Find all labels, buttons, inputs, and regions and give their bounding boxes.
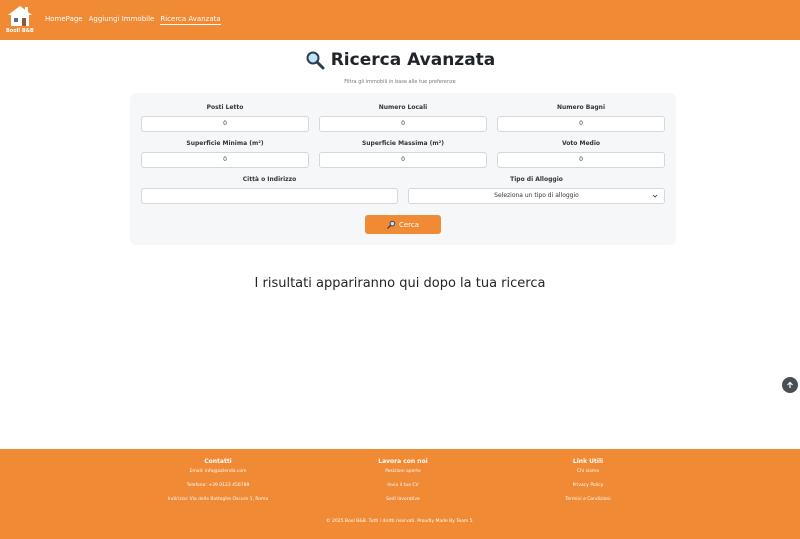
footer-lavora: Lavora con noi Posizioni aperte Invia il… (303, 458, 503, 511)
page-header: Ricerca Avanzata Filtra gli immobili in … (0, 50, 800, 85)
search-button-label: Cerca (398, 220, 420, 229)
arrow-up-icon (787, 381, 793, 388)
posti-letto-input[interactable]: 0 (141, 116, 309, 132)
results-placeholder: I risultati appariranno qui dopo la tua … (254, 276, 546, 291)
tipo-alloggio-select[interactable]: Seleziona un tipo di alloggio (408, 188, 665, 204)
search-button[interactable]: Cerca (365, 215, 441, 234)
citta-label: Città o Indirizzo (242, 176, 297, 183)
footer-heading-contatti: Contatti (204, 458, 232, 465)
footer-contatti: Contatti Email: info@azienda.com Telefon… (118, 458, 318, 511)
footer-heading-link: Link Utili (572, 458, 604, 465)
chevron-down-icon (652, 194, 658, 198)
footer-link-termini[interactable]: Termini e Condizioni (488, 497, 688, 502)
numero-locali-input[interactable]: 0 (319, 116, 487, 132)
posti-letto-label: Posti Letto (206, 104, 244, 111)
logo[interactable]: Booll B&B (5, 3, 39, 37)
voto-medio-label: Voto Medio (561, 140, 601, 147)
footer-link-cv[interactable]: Invia il tuo CV (303, 483, 503, 488)
footer-indirizzo: Indirizzo: Via delle Botteghe Oscure 1, … (167, 497, 269, 502)
footer-link-privacy[interactable]: Privacy Policy (488, 483, 688, 488)
page-title-text: Ricerca Avanzata (330, 50, 496, 70)
footer-heading-lavora: Lavora con noi (378, 458, 428, 465)
numero-bagni-input[interactable]: 0 (497, 116, 665, 132)
navbar: Booll B&B HomePage Aggiungi Immobile Ric… (0, 0, 800, 40)
voto-medio-input[interactable]: 0 (497, 152, 665, 168)
page-subtitle: Filtra gli immobili in base alle tue pre… (344, 79, 456, 85)
nav-link-aggiungi-immobile[interactable]: Aggiungi Immobile (89, 15, 155, 25)
superficie-massima-input[interactable]: 0 (319, 152, 487, 168)
search-form: Posti Letto 0 Numero Locali 0 Numero Bag… (130, 93, 676, 245)
magnifier-icon (387, 220, 396, 229)
numero-locali-label: Numero Locali (378, 104, 428, 111)
citta-input[interactable] (141, 188, 398, 204)
footer-link-chi-siamo[interactable]: Chi siamo (488, 469, 688, 474)
tipo-alloggio-label: Tipo di Alloggio (510, 176, 563, 183)
tipo-alloggio-selected: Seleziona un tipo di alloggio (494, 192, 579, 199)
footer: Contatti Email: info@azienda.com Telefon… (0, 449, 800, 539)
footer-link-sedi[interactable]: Sedi lavorative (303, 497, 503, 502)
scroll-to-top-button[interactable] (782, 377, 798, 393)
magnifier-icon (306, 51, 325, 70)
footer-telefono[interactable]: Telefono: +39 0123 456789 (118, 483, 318, 488)
footer-copyright: © 2025 Bool B&B. Tutti i diritti riserva… (326, 519, 474, 524)
footer-link-utili: Link Utili Chi siamo Privacy Policy Term… (488, 458, 688, 511)
footer-link-posizioni[interactable]: Posizioni aperte (303, 469, 503, 474)
superficie-minima-label: Superficie Minima (m²) (186, 140, 264, 147)
footer-email[interactable]: Email: info@azienda.com (118, 469, 318, 474)
numero-bagni-label: Numero Bagni (556, 104, 606, 111)
superficie-massima-label: Superficie Massima (m²) (361, 140, 445, 147)
page-title: Ricerca Avanzata (305, 50, 496, 70)
logo-text: Booll B&B (6, 28, 34, 34)
nav-link-homepage[interactable]: HomePage (45, 15, 83, 25)
superficie-minima-input[interactable]: 0 (141, 152, 309, 168)
nav-links: HomePage Aggiungi Immobile Ricerca Avanz… (45, 15, 221, 25)
house-logo-icon (8, 6, 32, 26)
nav-link-ricerca-avanzata[interactable]: Ricerca Avanzata (160, 15, 221, 25)
